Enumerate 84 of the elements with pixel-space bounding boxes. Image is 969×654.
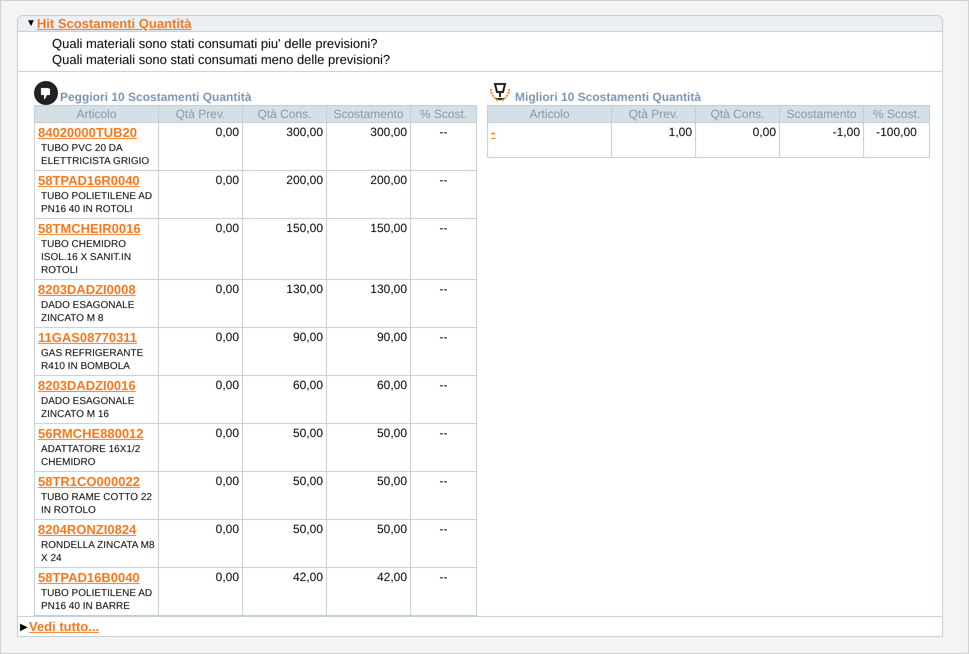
article-code-link[interactable]: 84020000TUB20 (38, 125, 138, 140)
value-text: -1,00 (832, 125, 860, 139)
value-text: -100,00 (876, 125, 917, 139)
column-header: Articolo (488, 106, 612, 122)
value-text: -- (440, 522, 448, 536)
value-text: 0,00 (216, 125, 239, 139)
value-text: 50,00 (376, 522, 407, 536)
value-text: -- (440, 221, 448, 235)
column-header: Qtà Cons. (696, 106, 780, 122)
expand-toggle[interactable]: ▶ (20, 620, 28, 632)
article-code-link[interactable]: 58TPAD16B0040 (38, 570, 140, 585)
article-description: RONDELLA ZINCATA M8 X 24 (40, 539, 156, 565)
column-header: Qtà Prev. (612, 106, 696, 122)
section-title-link[interactable]: Hit Scostamenti Quantità (36, 16, 192, 31)
value-text: 0,00 (216, 474, 239, 488)
value-text: 0,00 (216, 522, 239, 536)
value-text: 300,00 (370, 125, 407, 139)
value-text: 90,00 (292, 330, 323, 344)
value-text: 42,00 (376, 570, 407, 584)
value-text: 300,00 (286, 125, 323, 139)
value-text: 50,00 (376, 426, 407, 440)
article-description: ADATTATORE 16X1/2 CHEMIDRO (40, 443, 142, 469)
see-all-link[interactable]: Vedi tutto... (29, 619, 100, 634)
value-text: 90,00 (376, 330, 407, 344)
column-header: Qtà Prev. (158, 106, 242, 122)
value-text: -- (440, 125, 448, 139)
value-text: -- (440, 330, 448, 344)
value-text: 0,00 (216, 282, 239, 296)
column-header: Scostamento (326, 106, 410, 122)
value-text: 1,00 (668, 125, 692, 139)
article-description: TUBO POLIETILENE AD PN16 40 IN BARRE (40, 587, 154, 613)
article-description: TUBO CHEMIDRO ISOL.16 X SANIT.IN ROTOLI (40, 238, 132, 277)
column-header: Qtà Cons. (242, 106, 326, 122)
value-text: 0,00 (752, 125, 776, 139)
question-text: Quali materiali sono stati consumati meno delle previsioni? (52, 52, 392, 68)
article-code-link[interactable]: 58TMCHEIR0016 (38, 221, 141, 236)
value-text: 60,00 (292, 378, 323, 392)
column-header: Articolo (34, 106, 158, 122)
value-text: 50,00 (292, 426, 323, 440)
value-text: 130,00 (370, 282, 407, 296)
expand-toggle[interactable]: ▼ (26, 18, 36, 29)
article-description: TUBO PVC 20 DA ELETTRICISTA GRIGIO (40, 142, 150, 168)
value-text: -- (440, 426, 448, 440)
article-description: TUBO POLIETILENE AD PN16 40 IN ROTOLI (40, 190, 154, 216)
article-code-link[interactable]: 58TR1CO000022 (38, 474, 140, 489)
article-description: DADO ESAGONALE ZINCATO M 8 (40, 299, 136, 325)
value-text: 0,00 (216, 221, 239, 235)
value-text: 42,00 (292, 570, 323, 584)
value-text: 50,00 (292, 474, 323, 488)
value-text: -- (440, 173, 448, 187)
value-text: 0,00 (216, 378, 239, 392)
value-text: 50,00 (292, 522, 323, 536)
value-text: -- (440, 474, 448, 488)
value-text: 130,00 (286, 282, 323, 296)
article-code-link[interactable]: 8204RONZI0824 (38, 522, 136, 537)
table-title: Migliori 10 Scostamenti Quantità (515, 90, 702, 104)
article-code-link[interactable]: 8203DADZI0008 (38, 282, 136, 297)
article-description: TUBO RAME COTTO 22 IN ROTOLO (40, 491, 153, 517)
value-text: 0,00 (216, 426, 239, 440)
article-code-link[interactable]: 58TPAD16R0040 (38, 173, 140, 188)
article-code-link[interactable]: 8203DADZI0016 (38, 378, 136, 393)
value-text: 200,00 (286, 173, 323, 187)
value-text: -- (440, 282, 448, 296)
value-text: 0,00 (216, 330, 239, 344)
article-code-link[interactable]: 11GAS08770311 (38, 330, 138, 345)
value-text: -- (440, 378, 448, 392)
value-text: 50,00 (376, 474, 407, 488)
thumbs-down-icon (34, 81, 58, 105)
value-text: 150,00 (370, 221, 407, 235)
value-text: 150,00 (286, 221, 323, 235)
value-text: 200,00 (370, 173, 407, 187)
value-text: 60,00 (376, 378, 407, 392)
question-text: Quali materiali sono stati consumati piu' delle previsioni? (52, 36, 378, 52)
value-text: -- (440, 570, 448, 584)
column-header: % Scost. (410, 106, 476, 122)
column-header: Scostamento (780, 106, 864, 122)
column-header: % Scost. (864, 106, 930, 122)
value-text: 0,00 (216, 173, 239, 187)
article-code-link[interactable]: - (491, 125, 496, 140)
article-code-link[interactable]: 56RMCHE880012 (38, 426, 144, 441)
value-text: 0,00 (216, 570, 239, 584)
article-description: GAS REFRIGERANTE R410 IN BOMBOLA (40, 347, 144, 373)
article-description: DADO ESAGONALE ZINCATO M 16 (40, 395, 136, 421)
table-title: Peggiori 10 Scostamenti Quantità (60, 90, 252, 104)
